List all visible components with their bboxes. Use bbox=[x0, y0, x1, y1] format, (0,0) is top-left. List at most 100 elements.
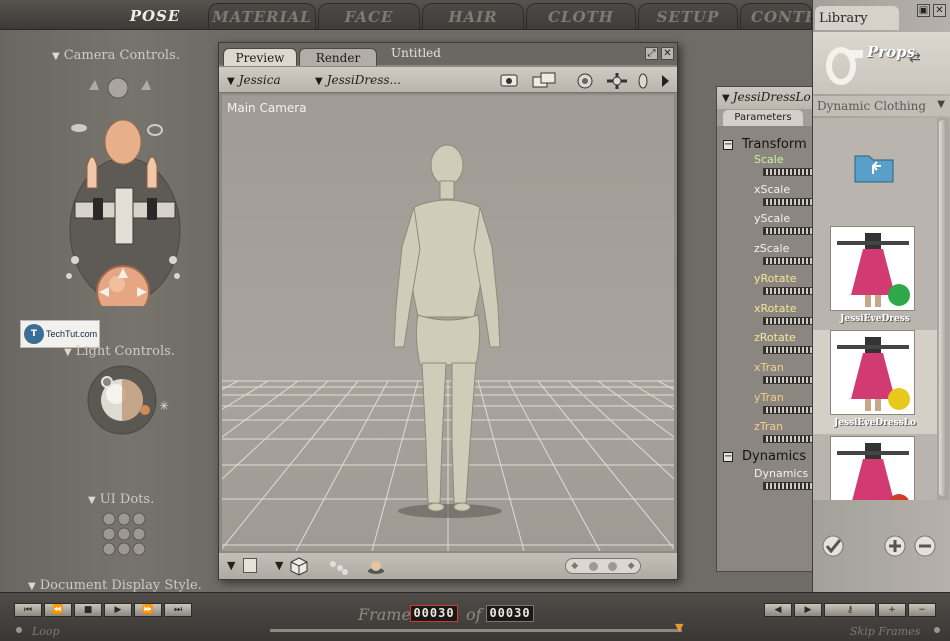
total-frames-counter[interactable]: 00030 bbox=[486, 605, 534, 622]
library-scroll-thumb[interactable] bbox=[939, 120, 946, 496]
library-item-thumbnail[interactable] bbox=[830, 226, 915, 311]
tab-cloth[interactable]: CLOTH bbox=[526, 3, 636, 29]
view-diamond-left-icon[interactable]: ◆ bbox=[571, 561, 578, 571]
camera-controls-header[interactable]: ▼ Camera Controls. bbox=[52, 48, 180, 63]
play-button[interactable]: ▶ bbox=[104, 603, 132, 617]
3d-viewport[interactable]: Main Camera bbox=[222, 95, 674, 551]
current-frame-counter[interactable]: 00030 bbox=[410, 605, 458, 622]
stop-button[interactable]: ■ bbox=[74, 603, 102, 617]
view-dots-control[interactable]: ◆ ◆ bbox=[565, 558, 641, 574]
library-item-list: JessiEveDress JessiEveDressLo bbox=[813, 118, 937, 500]
go-to-start-button[interactable]: ⏮ bbox=[14, 603, 42, 617]
param-dial[interactable] bbox=[763, 168, 815, 176]
background-color-swatch[interactable] bbox=[243, 558, 257, 573]
tab-setup[interactable]: SETUP bbox=[638, 3, 738, 29]
resize-window-icon[interactable]: ⤢ bbox=[645, 47, 658, 60]
display-style-dropdown-icon[interactable]: ▼ bbox=[227, 559, 235, 572]
tab-render[interactable]: Render bbox=[299, 48, 377, 66]
library-item-thumbnail[interactable] bbox=[830, 436, 915, 500]
group-dynamics[interactable]: − Dynamics bbox=[723, 449, 806, 464]
param-label: yScale bbox=[754, 212, 791, 226]
library-category-header[interactable]: ⇄ bbox=[813, 32, 950, 94]
view-dot-2[interactable] bbox=[608, 561, 618, 571]
step-back-button[interactable]: ⏪ bbox=[44, 603, 72, 617]
tab-hair[interactable]: HAIR bbox=[422, 3, 524, 29]
apply-checkmark-icon[interactable] bbox=[821, 534, 847, 558]
library-close-icon[interactable]: ✕ bbox=[933, 4, 946, 17]
remove-from-library-icon[interactable] bbox=[913, 534, 937, 558]
param-dial[interactable] bbox=[763, 375, 815, 384]
cube-display-icon[interactable] bbox=[289, 556, 309, 576]
library-item[interactable]: JessiEveDressLo bbox=[813, 330, 937, 434]
ground-shadow-icon[interactable] bbox=[365, 556, 387, 576]
library-subcategory-select[interactable]: Dynamic Clothing ▼ bbox=[813, 96, 950, 116]
library-item[interactable] bbox=[813, 436, 937, 500]
group-transform[interactable]: − Transform bbox=[723, 137, 807, 152]
delete-keyframe-button[interactable]: − bbox=[908, 603, 936, 617]
dolly-camera-icon[interactable] bbox=[637, 71, 649, 89]
folder-up-icon[interactable] bbox=[853, 148, 895, 184]
param-dial[interactable] bbox=[763, 435, 815, 444]
add-to-library-icon[interactable] bbox=[883, 534, 907, 558]
expand-arrow-icon[interactable] bbox=[659, 71, 671, 89]
camera-controls-widget[interactable] bbox=[55, 70, 195, 306]
go-to-end-button[interactable]: ⏭ bbox=[164, 603, 192, 617]
shading-dropdown-icon[interactable]: ▼ bbox=[275, 559, 283, 572]
param-dial[interactable] bbox=[763, 346, 815, 355]
collapse-icon[interactable]: − bbox=[723, 451, 733, 462]
library-tab[interactable]: Library bbox=[815, 6, 899, 30]
library-category-name: Props bbox=[867, 43, 916, 61]
figure-selector[interactable]: ▼ Jessica bbox=[227, 73, 281, 87]
library-item-label: JessiEveDress bbox=[840, 314, 910, 324]
library-item[interactable]: JessiEveDress bbox=[813, 226, 937, 330]
library-item-thumbnail[interactable] bbox=[830, 330, 915, 415]
light-controls-widget[interactable]: ✳ bbox=[84, 364, 180, 440]
figure-jessica[interactable] bbox=[222, 95, 674, 551]
keyframes-button[interactable]: ⚷ bbox=[824, 603, 876, 617]
param-dial[interactable] bbox=[763, 286, 815, 295]
tab-pose[interactable]: POSE bbox=[118, 3, 192, 29]
add-keyframe-button[interactable]: + bbox=[878, 603, 906, 617]
chevron-down-icon[interactable]: ▼ bbox=[937, 99, 945, 110]
particles-icon[interactable] bbox=[327, 556, 349, 576]
library-options-icon[interactable]: ▣ bbox=[917, 4, 930, 17]
document-display-style-header[interactable]: ▼ Document Display Style. bbox=[28, 578, 202, 593]
ui-dots-header[interactable]: ▼ UI Dots. bbox=[88, 492, 154, 507]
param-dial[interactable] bbox=[763, 257, 815, 266]
document-tab-strip: Preview Render Untitled ⤢ ✕ bbox=[219, 43, 677, 66]
loop-toggle-icon[interactable] bbox=[16, 627, 22, 633]
prev-keyframe-button[interactable]: ◀ bbox=[764, 603, 792, 617]
view-dot-1[interactable] bbox=[588, 561, 598, 571]
dress-preview-icon bbox=[837, 443, 909, 500]
tab-content[interactable]: CONTENT bbox=[740, 3, 812, 29]
tab-preview[interactable]: Preview bbox=[223, 48, 297, 66]
rotate-camera-icon[interactable] bbox=[575, 71, 595, 89]
param-dial[interactable] bbox=[763, 227, 815, 236]
move-camera-icon[interactable] bbox=[603, 71, 631, 89]
param-dial[interactable] bbox=[763, 405, 815, 414]
collapse-icon[interactable]: − bbox=[723, 139, 733, 150]
ui-dots-grid[interactable] bbox=[101, 512, 149, 556]
library-item-label: JessiEveDressLo bbox=[833, 418, 917, 428]
actor-selector[interactable]: ▼ JessiDress... bbox=[315, 73, 401, 87]
step-forward-button[interactable]: ⏩ bbox=[134, 603, 162, 617]
light-controls-header[interactable]: ▼ Light Controls. bbox=[64, 344, 175, 359]
view-diamond-right-icon[interactable]: ◆ bbox=[628, 561, 635, 571]
tab-parameters[interactable]: Parameters bbox=[723, 110, 803, 126]
library-scrollbar[interactable] bbox=[937, 118, 949, 500]
close-window-icon[interactable]: ✕ bbox=[661, 47, 674, 60]
parameters-object-header[interactable]: ▼ JessiDressLo bbox=[717, 87, 815, 109]
techtut-logo-icon: T bbox=[24, 324, 44, 344]
skip-frames-toggle-icon[interactable] bbox=[934, 627, 940, 633]
param-dial[interactable] bbox=[763, 482, 815, 490]
param-dial[interactable] bbox=[763, 316, 815, 325]
next-keyframe-button[interactable]: ▶ bbox=[794, 603, 822, 617]
timeline-scrubber-icon[interactable]: ▼ bbox=[675, 621, 683, 634]
timeline-track[interactable] bbox=[270, 629, 682, 632]
param-dial[interactable] bbox=[763, 197, 815, 206]
multi-camera-icon[interactable] bbox=[531, 71, 559, 89]
camera-icon[interactable] bbox=[499, 71, 519, 89]
tab-face[interactable]: FACE bbox=[318, 3, 420, 29]
tab-material[interactable]: MATERIAL bbox=[208, 3, 316, 29]
parameters-panel: ▼ JessiDressLo Parameters − Transform Scal… bbox=[716, 86, 816, 572]
